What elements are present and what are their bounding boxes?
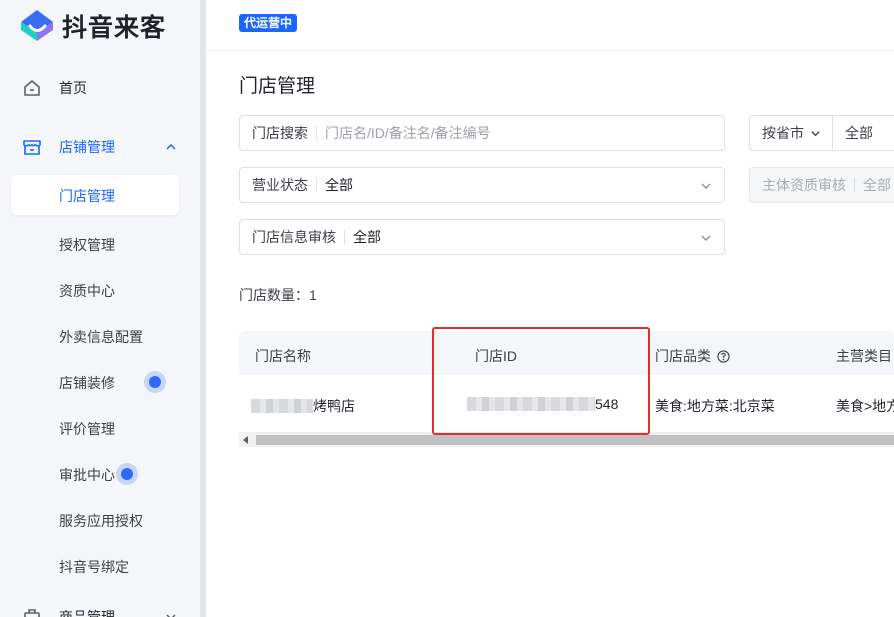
logo[interactable]: 抖音来客	[18, 8, 166, 44]
main-category-cell: 美食>地方	[836, 398, 894, 414]
redacted-text	[251, 399, 313, 413]
store-count: 门店数量：1	[239, 287, 317, 303]
province-select[interactable]: 全部	[832, 115, 894, 151]
sidebar-item-qualification[interactable]: 资质中心	[0, 270, 200, 310]
chevron-down-icon	[811, 130, 820, 136]
home-icon	[24, 80, 40, 96]
sidebar: 抖音来客 首页 店铺管理 门店管理 授权管理 资质中心 外卖信息配置 店铺装修 …	[0, 0, 200, 617]
province-type-select[interactable]: 按省市	[749, 115, 833, 151]
chevron-up-icon	[166, 143, 176, 150]
notification-dot-icon	[144, 371, 166, 393]
qualification-review-label: 主体资质审核	[762, 177, 846, 193]
app: 抖音来客 首页 店铺管理 门店管理 授权管理 资质中心 外卖信息配置 店铺装修 …	[0, 0, 894, 617]
help-icon[interactable]	[717, 349, 730, 363]
sidebar-item-approval[interactable]: 审批中心	[0, 454, 200, 494]
sidebar-item-label: 评价管理	[59, 421, 115, 437]
scroll-left-arrow-icon[interactable]	[243, 436, 248, 444]
sidebar-group-goods[interactable]: 商品管理	[0, 597, 200, 617]
scrollbar-thumb[interactable]	[256, 435, 894, 445]
province-value: 全部	[845, 125, 873, 141]
divider	[854, 178, 855, 192]
main-content: 代运营中 门店管理 门店搜索 门店名/ID/备注名/备注编号 按省市 全部 营业…	[206, 0, 894, 617]
chevron-down-icon	[701, 235, 711, 241]
logo-text: 抖音来客	[62, 14, 167, 42]
business-status-value: 全部	[325, 177, 353, 193]
status-badge: 代运营中	[239, 14, 298, 32]
business-status-label: 营业状态	[252, 177, 308, 193]
qualification-review-value: 全部	[863, 177, 891, 193]
category-cell: 美食:地方菜:北京菜	[655, 398, 775, 414]
info-review-value: 全部	[353, 229, 381, 245]
sidebar-group-label: 商品管理	[59, 609, 115, 617]
business-status-select[interactable]: 营业状态 全部	[239, 167, 725, 203]
store-icon	[23, 140, 41, 155]
sidebar-item-label: 服务应用授权	[59, 513, 143, 529]
search-placeholder: 门店名/ID/备注名/备注编号	[325, 125, 491, 141]
sidebar-item-label: 资质中心	[59, 283, 115, 299]
sidebar-item-label: 外卖信息配置	[59, 329, 143, 345]
sidebar-item-label: 抖音号绑定	[59, 559, 129, 575]
divider	[316, 178, 317, 192]
qualification-review-select[interactable]: 主体资质审核 全部	[749, 167, 894, 203]
notification-dot-icon	[116, 463, 138, 485]
province-type-label: 按省市	[762, 125, 804, 141]
chevron-down-icon	[166, 614, 176, 617]
highlight-box	[432, 327, 650, 435]
sidebar-item-home[interactable]: 首页	[0, 68, 200, 108]
goods-icon	[24, 609, 40, 617]
store-name-suffix: 烤鸭店	[313, 398, 355, 414]
search-label: 门店搜索	[252, 125, 308, 141]
topbar: 代运营中	[206, 0, 894, 51]
sidebar-item-takeout-config[interactable]: 外卖信息配置	[0, 316, 200, 356]
sidebar-item-label: 审批中心	[59, 467, 115, 483]
info-review-select[interactable]: 门店信息审核 全部	[239, 219, 725, 255]
chevron-down-icon	[701, 183, 711, 189]
sidebar-item-authorization[interactable]: 授权管理	[0, 224, 200, 264]
store-name-cell: 烤鸭店	[251, 396, 355, 416]
douyin-laike-logo-icon	[21, 10, 53, 41]
sidebar-item-douyin-bind[interactable]: 抖音号绑定	[0, 546, 200, 586]
search-input[interactable]: 门店搜索 门店名/ID/备注名/备注编号	[239, 115, 725, 151]
sidebar-item-label: 授权管理	[59, 237, 115, 253]
sidebar-item-reviews[interactable]: 评价管理	[0, 408, 200, 448]
sidebar-group-label: 店铺管理	[59, 139, 115, 155]
sidebar-item-store-management[interactable]: 门店管理	[11, 175, 179, 215]
column-header-label: 门店名称	[255, 348, 311, 364]
page-title: 门店管理	[239, 76, 316, 97]
sidebar-item-label: 首页	[59, 80, 87, 96]
sidebar-item-label: 店铺装修	[59, 375, 115, 391]
divider	[344, 230, 345, 244]
info-review-label: 门店信息审核	[252, 229, 336, 245]
sidebar-item-service-auth[interactable]: 服务应用授权	[0, 500, 200, 540]
table-horizontal-scrollbar[interactable]	[239, 433, 894, 447]
sidebar-item-store-decoration[interactable]: 店铺装修	[0, 362, 200, 402]
divider	[316, 126, 317, 140]
sidebar-group-store[interactable]: 店铺管理	[0, 127, 200, 167]
sidebar-item-label: 门店管理	[59, 188, 115, 204]
column-header-label: 门店品类	[655, 348, 711, 364]
column-header-main-category: 主营类目	[836, 346, 892, 366]
column-header-label: 主营类目	[836, 348, 892, 364]
column-header-category: 门店品类	[655, 346, 730, 366]
column-header-store-name: 门店名称	[255, 346, 311, 366]
